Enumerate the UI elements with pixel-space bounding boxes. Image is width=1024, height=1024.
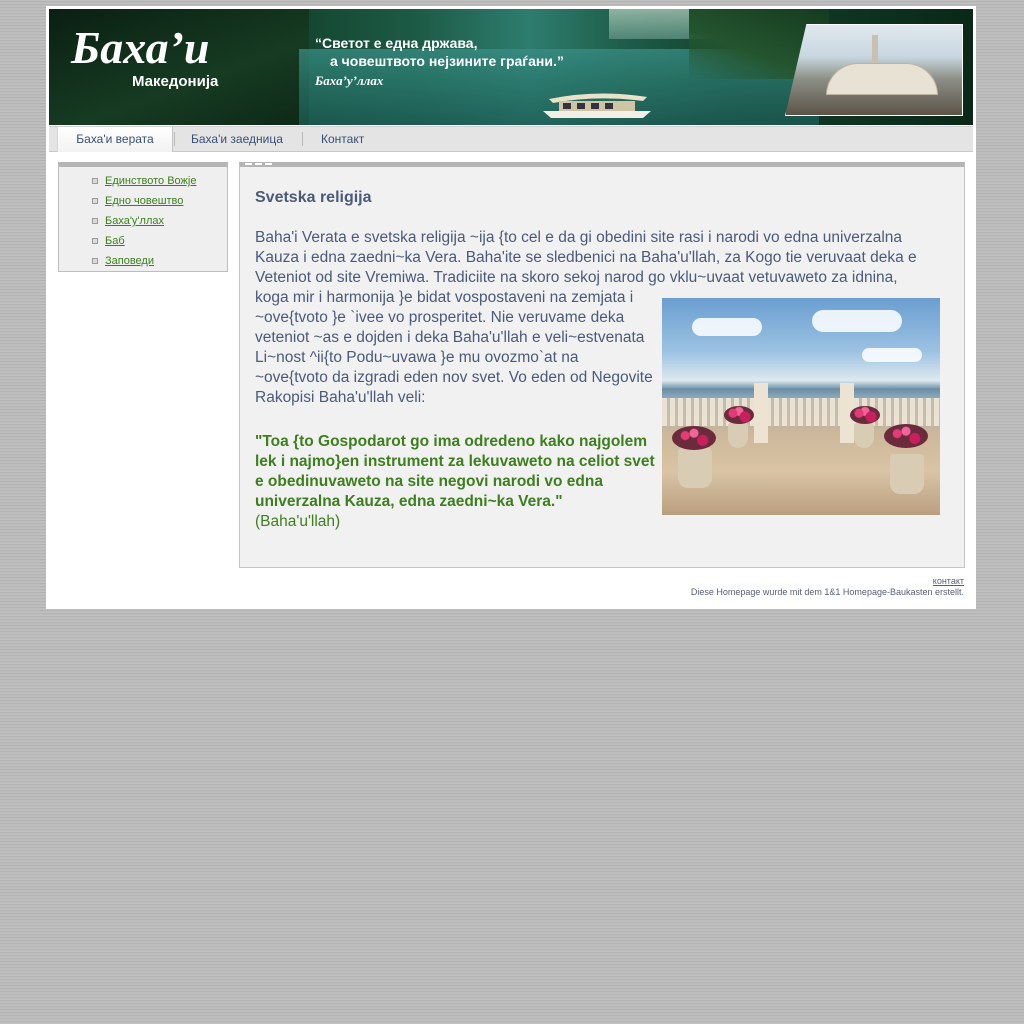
bullet-icon [92,198,98,204]
sidebar-item-unity-of-god[interactable]: Единството Вожје [92,171,197,191]
tab-divider [302,132,303,146]
cloud [862,348,922,362]
bullet-icon [92,218,98,224]
sidebar-item-label: Заповеди [105,255,154,267]
intro-paragraph: Baha'i Verata e svetska religija ~ija {t… [255,229,917,286]
footer-note: Diese Homepage wurde mit dem 1&1 Homepag… [690,587,964,597]
site-logo-subtitle: Македонија [132,73,219,90]
header-quote: “Светот е една држава, а човештвото нејз… [315,34,564,70]
intro-paragraph-continued: koga mir i harmonija }e bidat vospostave… [255,289,653,406]
header-quote-line2: а човештвото нејзините граѓани.” [330,53,564,69]
flower-pot [854,422,874,448]
sidebar-item-label: Баб [105,235,125,247]
header-quote-author: Баха’у’ллах [315,73,384,88]
balustrade [662,398,940,426]
tab-divider [174,132,175,146]
panel-header-decoration [245,163,273,165]
tab-bahai-community[interactable]: Баха'и заедница [191,127,283,151]
flower-pot [728,422,748,448]
site-logo-title[interactable]: Баха’и [71,23,210,73]
flower-pot [678,448,712,488]
bullet-icon [92,178,98,184]
sidebar-menu: Единството Вожје Едно човештво Баха'у'лл… [58,162,228,272]
quotation-text: "Toa {to Gospodarot go ima odredeno kako… [255,433,655,510]
page-container: Баха’и Македонија “Светот е една држава,… [46,6,976,609]
tab-bahai-faith[interactable]: Баха'и верата [57,127,173,152]
sidebar-item-one-humanity[interactable]: Едно човештво [92,191,184,211]
quotation: "Toa {to Gospodarot go ima odredeno kako… [255,432,660,532]
pillar [754,383,768,443]
bullet-icon [92,258,98,264]
header-banner: Баха’и Македонија “Светот е една држава,… [49,9,973,125]
bridge-tower [872,35,878,65]
cloud [812,310,902,332]
stone-bridge [826,63,938,95]
sidebar-item-commandments[interactable]: Заповеди [92,251,154,271]
sidebar-item-label: Едно човештво [105,195,184,207]
sidebar-item-bab[interactable]: Баб [92,231,125,251]
flowers [884,424,928,448]
bullet-icon [92,238,98,244]
header-quote-line1: “Светот е една држава, [315,35,478,51]
sidebar-item-bahaullah[interactable]: Баха'у'ллах [92,211,164,231]
sidebar-item-label: Баха'у'ллах [105,215,164,227]
footer-contact-link[interactable]: контакт [933,576,964,586]
tab-contact[interactable]: Контакт [321,127,364,151]
terrace-photo [662,298,940,515]
page-title: Svetska religija [255,189,372,206]
bridge-photo [785,24,963,116]
main-navigation: Баха'и верата Баха'и заедница Контакт [49,126,973,152]
flowers [672,426,716,450]
cloud [692,318,762,336]
boat-image [543,93,651,118]
flowers [850,406,880,424]
flower-pot [890,454,924,494]
main-content: Svetska religija Baha'i Verata e svetska… [239,162,965,568]
quotation-attribution: (Baha'u'llah) [255,513,341,530]
flowers [724,406,754,424]
sidebar-item-label: Единството Вожје [105,175,197,187]
